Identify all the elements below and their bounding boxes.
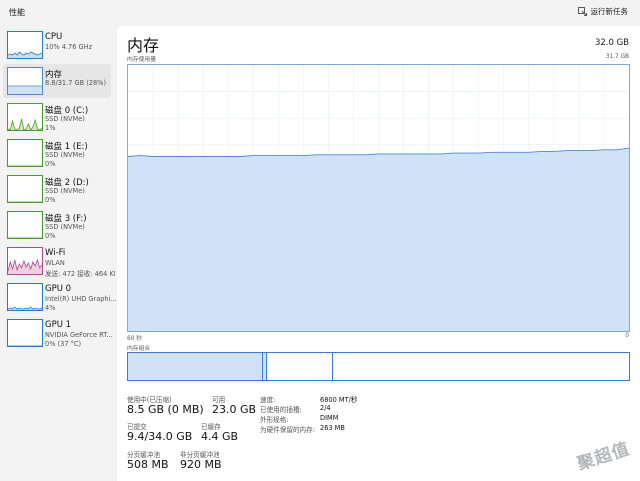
hardware-reserved-value: 263 MB — [320, 424, 345, 432]
sidebar-sparkline — [8, 165, 42, 166]
main-panel: 内存 32.0 GB 内存使用量 31.7 GB 60 秒 0 内存组合 使用中… — [117, 26, 640, 481]
sidebar-sparkline — [8, 258, 42, 274]
sidebar-sparkline — [8, 85, 42, 94]
sidebar-thumbnail — [7, 283, 43, 311]
sidebar-thumbnail — [7, 31, 43, 59]
memory-composition-bar — [127, 352, 630, 381]
sidebar-item-detail: NVIDIA GeForce RT... — [45, 331, 113, 339]
sidebar-sparkline — [8, 201, 42, 202]
usage-max-label: 31.7 GB — [605, 54, 629, 60]
run-new-task-button[interactable]: 运行新任务 — [577, 6, 629, 17]
sidebar-thumbnail — [7, 175, 43, 203]
composition-in-use — [128, 353, 263, 380]
run-new-task-label: 运行新任务 — [590, 7, 629, 16]
sidebar-item-name: GPU 0 — [45, 284, 72, 294]
sidebar-item-detail: 8.8/31.7 GB (28%) — [45, 79, 107, 87]
sidebar-item-detail: Intel(R) UHD Graphi... — [45, 295, 117, 303]
sidebar-item-5[interactable]: 磁盘 3 (F:) SSD (NVMe) 0% — [3, 208, 111, 242]
watermark-logo: 聚超值 — [575, 439, 633, 475]
available-value: 23.0 GB — [212, 403, 257, 416]
sidebar-thumbnail — [7, 103, 43, 131]
sidebar-thumbnail — [7, 139, 43, 167]
usage-area — [128, 148, 629, 331]
sidebar-sparkline — [8, 345, 42, 346]
sidebar-sparkline — [8, 118, 42, 130]
sidebar-item-usage: 0% (37 °C) — [45, 340, 82, 348]
sidebar-item-usage: 1% — [45, 124, 56, 132]
committed-value: 9.4/34.0 GB — [127, 430, 193, 443]
sidebar-item-8[interactable]: GPU 1 NVIDIA GeForce RT... 0% (37 °C) — [3, 316, 113, 350]
slots-label: 已使用的插槽: — [260, 406, 302, 414]
form-factor-label: 外形规格: — [260, 416, 289, 424]
sidebar-item-4[interactable]: 磁盘 2 (D:) SSD (NVMe) 0% — [3, 172, 111, 206]
sidebar-thumbnail — [7, 319, 43, 347]
total-memory: 32.0 GB — [594, 38, 629, 48]
composition-label: 内存组合 — [127, 346, 151, 352]
sidebar-item-1[interactable]: 内存 8.8/31.7 GB (28%) — [3, 64, 111, 98]
title-bar: 性能 运行新任务 — [0, 0, 640, 26]
sidebar-item-detail: SSD (NVMe) — [45, 151, 85, 159]
memory-usage-graph — [127, 64, 630, 332]
time-left-label: 60 秒 — [127, 336, 143, 342]
sidebar-item-name: GPU 1 — [45, 320, 72, 330]
sidebar-item-detail: WLAN — [45, 259, 65, 267]
usage-label: 内存使用量 — [127, 57, 156, 63]
sidebar-item-7[interactable]: GPU 0 Intel(R) UHD Graphi... 4% — [3, 280, 117, 314]
sidebar-thumbnail — [7, 211, 43, 239]
page-title: 性能 — [9, 8, 25, 17]
sidebar-item-0[interactable]: CPU 10% 4.76 GHz — [3, 28, 111, 62]
in-use-value: 8.5 GB (0 MB) — [127, 403, 204, 416]
speed-label: 速度: — [260, 396, 276, 404]
sidebar-item-usage: 发送: 472 接收: 464 Kl — [45, 270, 116, 278]
sidebar-item-3[interactable]: 磁盘 1 (E:) SSD (NVMe) 0% — [3, 136, 111, 170]
sidebar-sparkline — [8, 306, 42, 310]
run-task-icon — [577, 7, 587, 16]
sidebar-item-6[interactable]: Wi-Fi WLAN 发送: 472 接收: 464 Kl — [3, 244, 116, 278]
sidebar-sparkline — [8, 237, 42, 238]
sidebar-item-usage: 0% — [45, 160, 56, 168]
nonpaged-pool-value: 920 MB — [180, 458, 222, 471]
cached-value: 4.4 GB — [201, 430, 239, 443]
sidebar-item-usage: 0% — [45, 232, 56, 240]
time-right-label: 0 — [625, 333, 629, 339]
sidebar-thumbnail — [7, 247, 43, 275]
sidebar-item-detail: 10% 4.76 GHz — [45, 43, 93, 51]
sidebar-item-detail: SSD (NVMe) — [45, 223, 85, 231]
hardware-reserved-label: 为硬件保留的内存: — [260, 426, 315, 434]
speed-value: 6800 MT/秒 — [320, 396, 358, 404]
form-factor-value: DIMM — [320, 414, 339, 422]
sidebar-item-name: CPU — [45, 32, 63, 42]
sidebar-sparkline — [8, 51, 42, 58]
sidebar: CPU 10% 4.76 GHz 内存 8.8/31.7 GB (28%) 磁盘 0 (… — [0, 26, 117, 481]
sidebar-item-name: Wi-Fi — [45, 248, 66, 258]
composition-free — [333, 353, 629, 380]
memory-usage-chart — [128, 65, 629, 331]
composition-standby — [267, 353, 333, 380]
slots-value: 2/4 — [320, 404, 331, 412]
memory-heading: 内存 — [127, 36, 160, 55]
sidebar-item-detail: SSD (NVMe) — [45, 115, 85, 123]
paged-pool-value: 508 MB — [127, 458, 169, 471]
sidebar-item-usage: 4% — [45, 304, 56, 312]
sidebar-item-detail: SSD (NVMe) — [45, 187, 85, 195]
sidebar-item-usage: 0% — [45, 196, 56, 204]
sidebar-item-2[interactable]: 磁盘 0 (C:) SSD (NVMe) 1% — [3, 100, 111, 134]
sidebar-thumbnail — [7, 67, 43, 95]
